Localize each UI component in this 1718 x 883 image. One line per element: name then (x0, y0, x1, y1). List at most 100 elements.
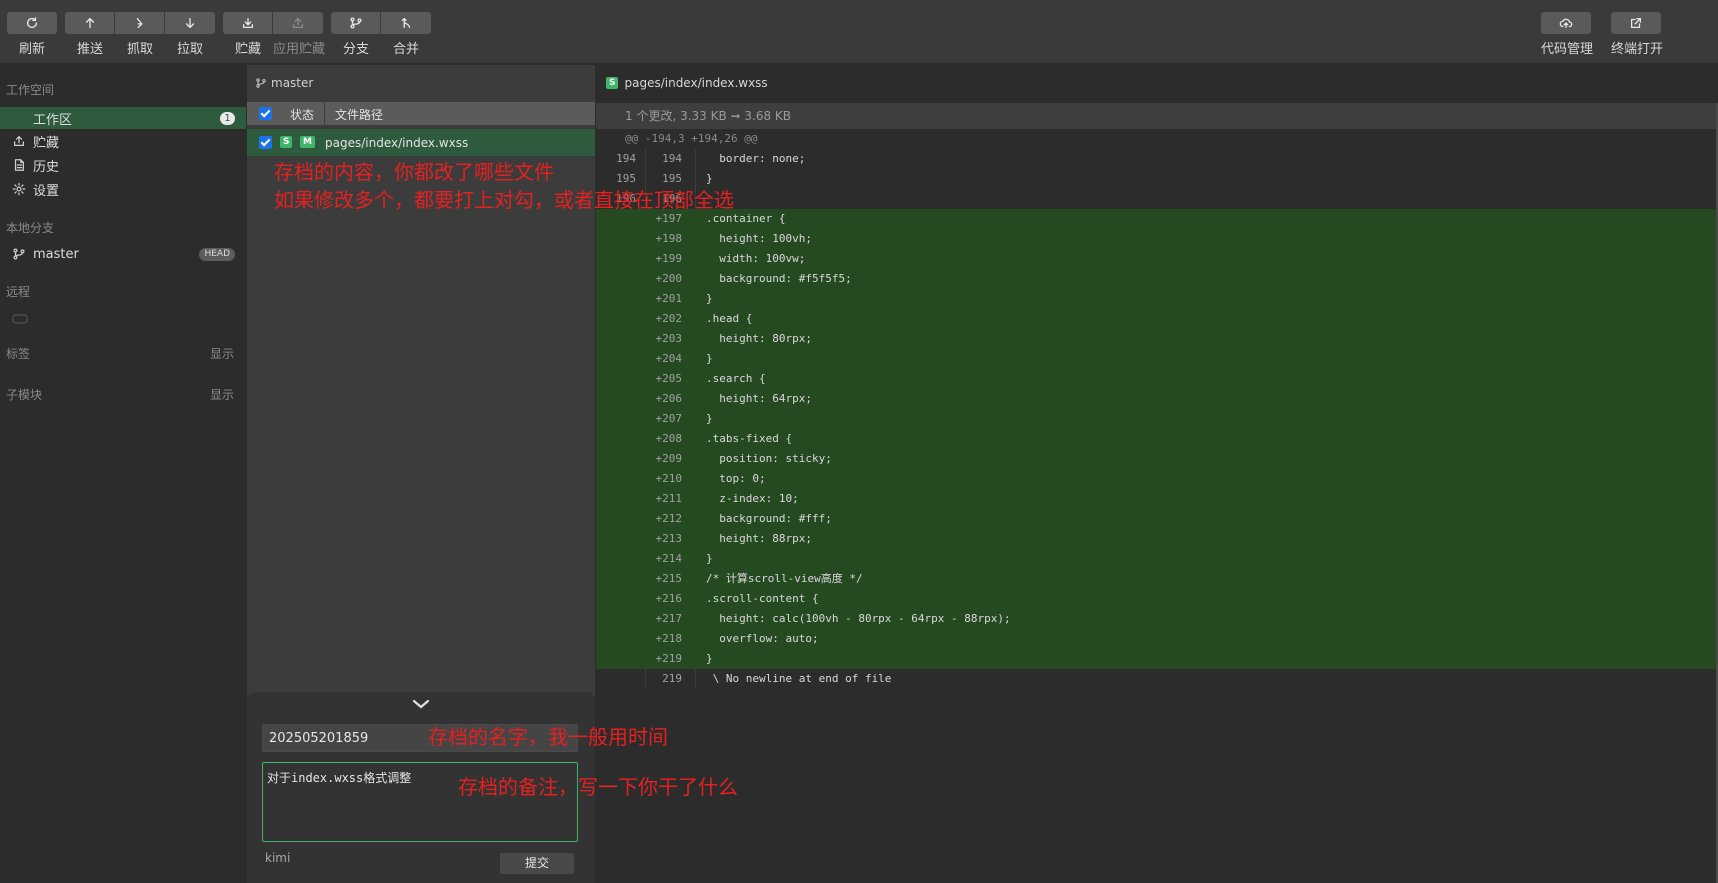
tags-show-link[interactable]: 显示 (210, 345, 234, 362)
new-line-number: +218 (655, 632, 683, 645)
diff-line: +216 .scroll-content { (596, 589, 1718, 609)
collapse-chevron-icon[interactable] (411, 698, 431, 710)
code-manage-group (1541, 12, 1591, 34)
sidebar-item-stash[interactable]: 贮藏 (0, 130, 246, 152)
staged-tag: S (280, 136, 293, 148)
new-line-number: +216 (655, 592, 683, 605)
diff-line: +208 .tabs-fixed { (596, 429, 1718, 449)
new-line-number: +203 (655, 332, 683, 345)
code-text: } (706, 292, 713, 305)
gear-icon (12, 182, 26, 196)
merge-icon (401, 17, 411, 29)
diff-line: +205 .search { (596, 369, 1718, 389)
local-branch-title: 本地分支 (6, 221, 55, 235)
tags-title: 标签 (6, 347, 31, 361)
merge-label: 合并 (392, 42, 419, 57)
refresh-button[interactable] (7, 12, 57, 34)
diff-line: +198 height: 100vh; (596, 229, 1718, 249)
branch-button[interactable] (331, 12, 381, 34)
diff-line: +215 /* 计算scroll-view高度 */ (596, 569, 1718, 589)
refresh-group (7, 12, 57, 34)
diff-file-tab[interactable]: S pages/index/index.wxss (596, 65, 1718, 101)
annotation-title: 存档的名字，我一般用时间 (428, 725, 668, 749)
new-line-number: +208 (655, 432, 683, 445)
fetch-button[interactable] (115, 12, 165, 34)
stash-button[interactable] (223, 12, 273, 34)
diff-line: +203 height: 80rpx; (596, 329, 1718, 349)
code-text: height: 88rpx; (706, 532, 812, 545)
branch-item-master[interactable]: master HEAD (0, 243, 246, 265)
file-checkbox[interactable] (259, 136, 272, 149)
sidebar-item-settings[interactable]: 设置 (0, 178, 246, 200)
code-text: \ No newline at end of file (706, 672, 892, 685)
diff-line: +199 width: 100vw; (596, 249, 1718, 269)
workspace-title: 工作空间 (6, 83, 55, 97)
push-button[interactable] (65, 12, 115, 34)
code-text: height: 64rpx; (706, 392, 812, 405)
file-row[interactable]: S M pages/index/index.wxss (247, 129, 595, 156)
new-line-number: +215 (655, 572, 683, 585)
code-text: } (706, 412, 713, 425)
refresh-icon (26, 17, 38, 28)
diff-line: +202 .head { (596, 309, 1718, 329)
new-line-number: +202 (655, 312, 683, 325)
pull-label: 拉取 (176, 42, 203, 57)
code-text: width: 100vw; (706, 252, 806, 265)
head-badge: HEAD (199, 248, 235, 261)
diff-line: +212 background: #fff; (596, 509, 1718, 529)
sidebar-item-history[interactable]: 历史 (0, 154, 246, 176)
diff-line: 194 194 border: none; (596, 149, 1718, 169)
code-text: background: #fff; (706, 512, 832, 525)
apply-stash-button[interactable] (273, 12, 323, 34)
code-text: .scroll-content { (706, 592, 819, 605)
fetch-icon (136, 17, 142, 29)
new-line-number: +209 (655, 452, 683, 465)
new-line-number: +217 (655, 612, 683, 625)
new-line-number: 219 (662, 672, 682, 685)
push-label: 推送 (76, 42, 103, 57)
branch-icon (12, 247, 26, 261)
diff-line: +217 height: calc(100vh - 80rpx - 64rpx … (596, 609, 1718, 629)
new-line-number: +199 (655, 252, 683, 265)
sync-group (65, 12, 215, 34)
submit-button[interactable]: 提交 (500, 853, 574, 874)
new-line-number: +198 (655, 232, 683, 245)
code-text: height: 80rpx; (706, 332, 812, 345)
new-line-number: +205 (655, 372, 683, 385)
submodule-show-link[interactable]: 显示 (210, 386, 234, 403)
terminal-open-label: 终端打开 (1611, 42, 1664, 57)
select-all-checkbox[interactable] (259, 107, 272, 120)
toolbar: 刷新 推送 抓取 拉取 贮藏 应用贮藏 分支 合并 代码管理 终端打开 (0, 0, 1718, 64)
diff-file-path: pages/index/index.wxss (624, 76, 768, 90)
sidebar-item-workspace[interactable]: 工作区 1 (0, 107, 246, 129)
status-column-label: 状态 (290, 108, 315, 122)
sidebar-item-label: 工作区 (33, 112, 73, 128)
current-branch-header: master (247, 65, 595, 101)
code-text: .head { (706, 312, 753, 325)
new-line-number: +206 (655, 392, 683, 405)
branch-group (331, 12, 431, 34)
code-text: } (706, 652, 713, 665)
branch-name: master (33, 246, 79, 262)
terminal-open-button[interactable] (1611, 12, 1661, 34)
sidebar-item-label: 贮藏 (33, 135, 60, 151)
new-line-number: +214 (655, 552, 683, 565)
history-icon (12, 158, 26, 172)
code-text: background: #f5f5f5; (706, 272, 852, 285)
pull-button[interactable] (165, 12, 215, 34)
diff-line: +214} (596, 549, 1718, 569)
diff-line: 196 196 (596, 189, 1718, 209)
commit-author: kimi (265, 851, 291, 865)
sidebar: 工作空间 工作区 1 贮藏 历史 设置 本地分支 master HEAD 远程 … (0, 65, 246, 883)
branch-icon (256, 78, 266, 88)
diff-line: +200 background: #f5f5f5; (596, 269, 1718, 289)
code-manage-button[interactable] (1541, 12, 1591, 34)
count-badge: 1 (220, 112, 235, 125)
branch-label: 分支 (342, 42, 369, 57)
staged-tag: S (606, 77, 619, 89)
diff-line: +218 overflow: auto; (596, 629, 1718, 649)
code-manage-label: 代码管理 (1541, 42, 1594, 57)
apply-stash-icon (292, 17, 304, 29)
merge-button[interactable] (381, 12, 431, 34)
diff-line: 219 \ No newline at end of file (596, 669, 1718, 689)
